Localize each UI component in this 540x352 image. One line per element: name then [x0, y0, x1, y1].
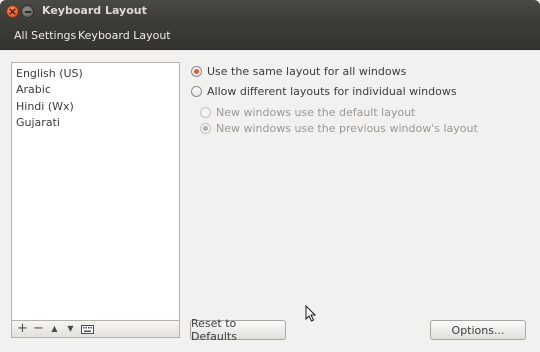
mouse-pointer-icon [305, 305, 316, 322]
layout-list: English (US) Arabic Hindi (Wx) Gujarati [11, 62, 180, 321]
window-title: Keyboard Layout [42, 4, 147, 17]
layout-item[interactable]: English (US) [16, 66, 83, 82]
radio-disabled [200, 107, 211, 118]
layout-item[interactable]: Gujarati [16, 115, 60, 131]
all-settings-button[interactable]: All Settings [12, 29, 78, 42]
settings-navbar: All Settings Keyboard Layout [0, 23, 540, 50]
minimize-window-button[interactable] [21, 5, 34, 18]
keyboard-preview-button[interactable] [80, 322, 95, 336]
remove-layout-button[interactable]: − [31, 322, 46, 336]
keyboard-layout-window: Keyboard Layout All Settings Keyboard La… [0, 0, 540, 352]
reset-to-defaults-button[interactable]: Reset to Defaults [190, 317, 286, 343]
layout-list-toolbar: + − ▲ ▼ [11, 320, 180, 338]
title-bar: Keyboard Layout [0, 0, 540, 23]
different-layouts-label: Allow different layouts for individual w… [207, 85, 457, 98]
new-default-label: New windows use the default layout [216, 106, 416, 119]
layout-item[interactable]: Hindi (Wx) [16, 99, 74, 115]
current-panel-label: Keyboard Layout [78, 29, 171, 42]
same-layout-option[interactable]: Use the same layout for all windows [191, 65, 406, 78]
new-previous-option: New windows use the previous window's la… [200, 122, 478, 135]
radio-checked[interactable] [191, 66, 202, 77]
move-up-button[interactable]: ▲ [47, 322, 62, 336]
add-layout-button[interactable]: + [15, 322, 30, 336]
new-default-option: New windows use the default layout [200, 106, 416, 119]
new-previous-label: New windows use the previous window's la… [216, 122, 478, 135]
content-area: English (US) Arabic Hindi (Wx) Gujarati … [0, 50, 540, 352]
close-window-button[interactable] [6, 5, 19, 18]
keyboard-icon [81, 324, 94, 334]
different-layouts-option[interactable]: Allow different layouts for individual w… [191, 85, 457, 98]
radio-disabled-checked [200, 123, 211, 134]
layout-item[interactable]: Arabic [16, 82, 51, 98]
radio-unchecked[interactable] [191, 86, 202, 97]
move-down-button[interactable]: ▼ [63, 322, 78, 336]
same-layout-label: Use the same layout for all windows [207, 65, 407, 78]
options-button[interactable]: Options... [430, 320, 526, 340]
